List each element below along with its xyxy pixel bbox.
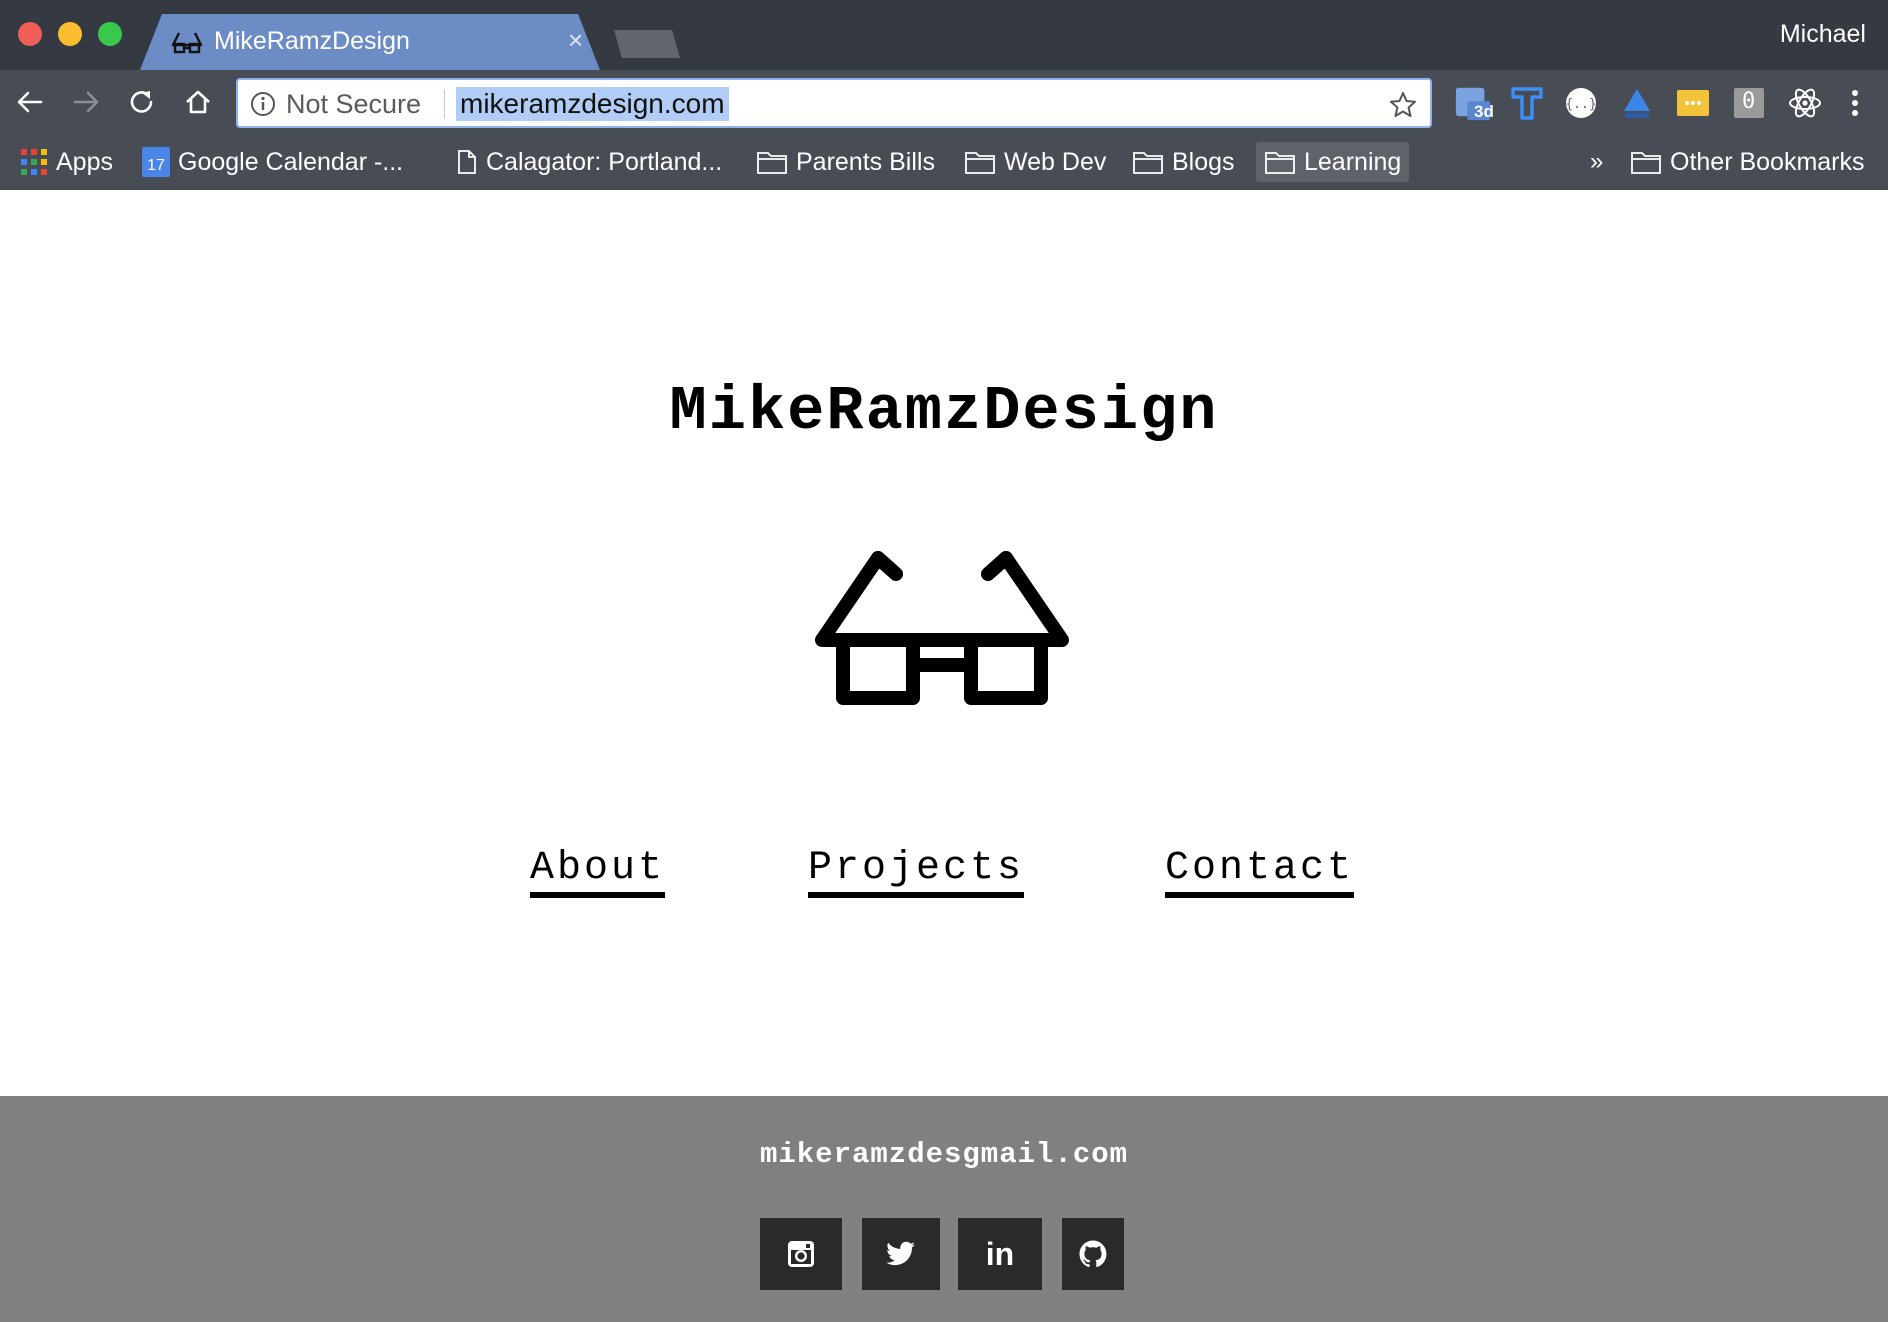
bookmark-label: Learning xyxy=(1304,147,1402,176)
triangle-extension-icon[interactable] xyxy=(1618,84,1656,122)
site-footer: mikeramzdesgmail.com in xyxy=(0,1096,1888,1322)
calendar-icon: 17 xyxy=(142,147,170,177)
minimize-window-button[interactable] xyxy=(58,22,82,46)
instagram-icon xyxy=(788,1241,814,1267)
bookmark-folder-learning[interactable]: Learning xyxy=(1256,142,1410,182)
glasses-favicon-icon xyxy=(171,32,203,54)
bookmark-label: Google Calendar -... xyxy=(178,147,404,176)
active-tab[interactable]: MikeRamzDesign × xyxy=(140,14,600,70)
tab-close-button[interactable]: × xyxy=(568,25,583,55)
security-label[interactable]: Not Secure xyxy=(286,89,421,120)
site-nav: About Projects Contact xyxy=(0,846,1888,906)
info-icon[interactable] xyxy=(250,91,276,117)
menu-icon[interactable] xyxy=(1836,84,1874,122)
github-button[interactable] xyxy=(1062,1218,1124,1290)
browser-toolbar: Not Secure mikeramzdesign.com 3d {..} 0 xyxy=(0,70,1888,134)
bookmark-label: Parents Bills xyxy=(796,147,935,176)
folder-icon xyxy=(964,149,996,175)
bookmark-label: Web Dev xyxy=(1004,147,1107,176)
back-arrow-icon xyxy=(17,91,43,113)
bookmark-label: Apps xyxy=(56,147,113,176)
nav-about-link[interactable]: About xyxy=(530,846,666,898)
nav-projects-link[interactable]: Projects xyxy=(808,846,1025,898)
zoom-window-button[interactable] xyxy=(98,22,122,46)
bookmarks-bar: Apps 17 Google Calendar -... Calagator: … xyxy=(0,134,1888,190)
bookmark-star-icon[interactable] xyxy=(1388,90,1418,120)
tab-title: MikeRamzDesign xyxy=(214,27,410,55)
omnibox-divider xyxy=(444,89,445,119)
folder-icon xyxy=(756,149,788,175)
twitter-icon xyxy=(886,1241,915,1266)
bookmark-label: Blogs xyxy=(1172,147,1235,176)
bookmark-folder-web-dev[interactable]: Web Dev xyxy=(964,142,1106,182)
glasses-icon xyxy=(815,551,1069,705)
home-icon xyxy=(186,90,210,114)
reload-icon xyxy=(130,91,153,113)
forward-button[interactable] xyxy=(68,84,104,120)
zero-extension-label: 0 xyxy=(1742,89,1756,114)
nav-contact-link[interactable]: Contact xyxy=(1165,846,1355,898)
footer-email[interactable]: mikeramzdesgmail.com xyxy=(0,1138,1888,1171)
react-extension-icon[interactable] xyxy=(1786,84,1824,122)
3d-extension-label: 3d xyxy=(1474,102,1494,121)
linkedin-icon: in xyxy=(985,1235,1015,1272)
twitter-button[interactable] xyxy=(862,1218,940,1290)
page-icon xyxy=(456,149,478,175)
bookmarks-overflow-button[interactable]: » xyxy=(1590,148,1603,176)
url-text[interactable]: mikeramzdesign.com xyxy=(456,87,729,121)
folder-icon xyxy=(1132,149,1164,175)
site-title: MikeRamzDesign xyxy=(669,376,1219,447)
bookmark-apps[interactable]: Apps xyxy=(20,142,113,182)
reload-button[interactable] xyxy=(124,84,160,120)
json-extension-icon[interactable]: {..} xyxy=(1562,84,1600,122)
linkedin-button[interactable]: in xyxy=(958,1218,1042,1290)
bookmark-google-calendar[interactable]: 17 Google Calendar -... xyxy=(142,142,403,182)
bookmark-folder-blogs[interactable]: Blogs xyxy=(1132,142,1235,182)
apps-grid-icon xyxy=(20,148,48,176)
dots-extension-icon[interactable] xyxy=(1674,84,1712,122)
bookmark-label: Calagator: Portland... xyxy=(486,147,723,176)
forward-arrow-icon xyxy=(73,91,99,113)
address-bar[interactable]: Not Secure mikeramzdesign.com xyxy=(236,78,1432,128)
zero-extension-icon[interactable]: 0 xyxy=(1730,84,1768,122)
instagram-button[interactable] xyxy=(760,1218,842,1290)
profile-name[interactable]: Michael xyxy=(1780,20,1866,49)
bookmark-folder-parents-bills[interactable]: Parents Bills xyxy=(756,142,935,182)
github-icon xyxy=(1079,1240,1107,1268)
other-bookmarks[interactable]: Other Bookmarks xyxy=(1630,142,1865,182)
folder-icon xyxy=(1264,149,1296,175)
browser-titlebar: MikeRamzDesign × Michael xyxy=(0,0,1888,70)
folder-icon xyxy=(1630,149,1662,175)
svg-text:{..}: {..} xyxy=(1565,97,1596,112)
back-button[interactable] xyxy=(12,84,48,120)
t-extension-icon[interactable] xyxy=(1508,84,1546,122)
bookmark-calagator[interactable]: Calagator: Portland... xyxy=(456,142,722,182)
calendar-day: 17 xyxy=(147,157,165,174)
new-tab-button[interactable] xyxy=(614,30,680,58)
home-button[interactable] xyxy=(180,84,216,120)
other-bookmarks-label: Other Bookmarks xyxy=(1670,147,1865,176)
close-window-button[interactable] xyxy=(18,22,42,46)
3d-extension-icon[interactable]: 3d xyxy=(1454,84,1494,122)
